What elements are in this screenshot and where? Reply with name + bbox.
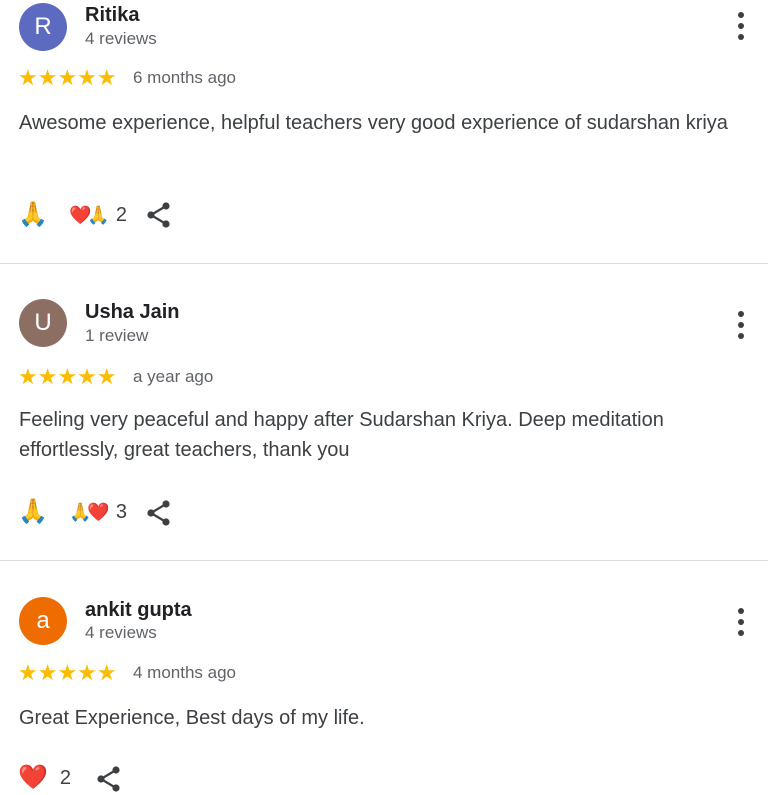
share-icon[interactable] (146, 499, 172, 527)
review-text: Awesome experience, helpful teachers ver… (19, 112, 728, 134)
react-pray-button[interactable]: 🙏 (18, 198, 48, 232)
review-count: 4 reviews (85, 623, 157, 642)
reactions-summary[interactable]: ❤️ 2 (18, 761, 71, 795)
review-card: R Ritika 4 reviews ★★★★★ 6 months ago Aw… (0, 0, 768, 263)
review-date: 4 months ago (133, 663, 237, 682)
review-date: 6 months ago (133, 68, 237, 87)
heart-emoji-icon: ❤️ (18, 764, 48, 791)
pray-emoji-icon: 🙏 (18, 201, 48, 228)
review-card: a ankit gupta 4 reviews ★★★★★ 4 months a… (0, 561, 768, 792)
avatar[interactable]: a (19, 597, 67, 645)
react-pray-button[interactable]: 🙏 (18, 495, 48, 529)
pray-emoji-icon: 🙏 (18, 498, 48, 525)
reaction-count: 3 (115, 500, 127, 523)
review-count: 4 reviews (85, 29, 157, 48)
reviewer-name[interactable]: Ritika (85, 4, 139, 27)
review-text: Feeling very peaceful and happy after Su… (19, 409, 664, 461)
more-vert-icon[interactable] (728, 310, 754, 340)
review-card: U Usha Jain 1 review ★★★★★ a year ago Fe… (0, 264, 768, 560)
avatar[interactable]: R (19, 3, 67, 51)
review-date: a year ago (133, 367, 214, 386)
share-icon[interactable] (146, 201, 172, 229)
reaction-count: 2 (115, 203, 127, 226)
reviewer-name[interactable]: ankit gupta (85, 599, 192, 622)
review-count: 1 review (85, 326, 149, 345)
review-text: Great Experience, Best days of my life. (19, 707, 365, 729)
more-vert-icon[interactable] (728, 607, 754, 637)
avatar[interactable]: U (19, 299, 67, 347)
reaction-count: 2 (59, 766, 72, 789)
star-rating: ★★★★★ (18, 364, 117, 389)
reactions-summary[interactable]: ❤️🙏 2 (69, 198, 127, 232)
pray-heart-emoji-icon: 🙏❤️ (69, 502, 110, 522)
reviewer-name[interactable]: Usha Jain (85, 301, 179, 324)
star-rating: ★★★★★ (18, 660, 117, 685)
heart-pray-emoji-icon: ❤️🙏 (69, 205, 110, 225)
reactions-summary[interactable]: 🙏❤️ 3 (69, 495, 127, 529)
share-icon[interactable] (96, 765, 122, 793)
star-rating: ★★★★★ (18, 65, 117, 90)
more-vert-icon[interactable] (728, 11, 754, 41)
